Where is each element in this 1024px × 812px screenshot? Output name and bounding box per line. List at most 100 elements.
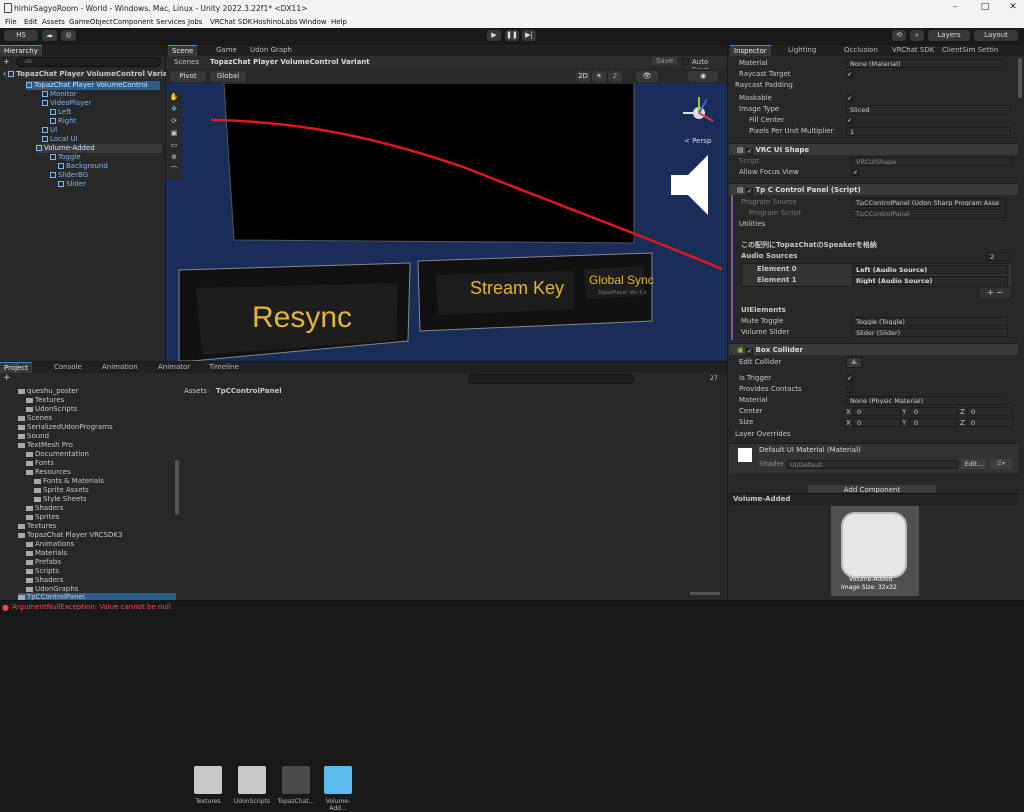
add-icon[interactable]: + bbox=[3, 58, 11, 66]
tree-item[interactable]: Sprites bbox=[26, 513, 59, 522]
size-x-field[interactable]: 0 bbox=[853, 418, 901, 427]
raycast-padding-label[interactable]: Raycast Padding bbox=[735, 80, 793, 91]
hierarchy-item[interactable]: Local UI bbox=[42, 135, 78, 144]
autosave-checkbox[interactable] bbox=[682, 58, 689, 65]
tab-hierarchy[interactable]: Hierarchy bbox=[0, 45, 42, 56]
audio-icon[interactable]: ♪ bbox=[608, 71, 622, 82]
tree-item[interactable]: Textures bbox=[18, 522, 56, 531]
edit-collider-button[interactable]: ⟁ bbox=[846, 357, 862, 368]
size-z-field[interactable]: 0 bbox=[967, 418, 1013, 427]
hierarchy-item[interactable]: Slider bbox=[58, 180, 86, 189]
shader-edit-button[interactable]: Edit... bbox=[961, 459, 987, 469]
collab-icon[interactable]: ◎ bbox=[61, 30, 76, 41]
twod-toggle[interactable]: 2D bbox=[576, 71, 590, 82]
tab-timeline[interactable]: Timeline bbox=[205, 362, 243, 373]
list-add-remove-buttons[interactable]: + − bbox=[980, 288, 1010, 298]
pause-button[interactable]: ❚❚ bbox=[505, 30, 519, 41]
layer-overrides-foldout[interactable]: Layer Overrides bbox=[735, 429, 791, 440]
minimize-icon[interactable]: – bbox=[948, 2, 962, 14]
raycast-target-checkbox[interactable]: ✓ bbox=[846, 71, 853, 78]
hierarchy-item[interactable]: Right bbox=[50, 117, 76, 126]
tree-item[interactable]: UdonScripts bbox=[26, 405, 77, 414]
hierarchy-search-input[interactable] bbox=[16, 57, 161, 67]
close-icon[interactable]: ✕ bbox=[1006, 2, 1020, 14]
tab-animation[interactable]: Animation bbox=[98, 362, 142, 373]
move-tool-icon[interactable]: ✥ bbox=[166, 105, 182, 117]
center-x-field[interactable]: 0 bbox=[853, 407, 901, 416]
tree-item[interactable]: Fonts bbox=[26, 459, 54, 468]
maximize-icon[interactable]: □ bbox=[978, 2, 992, 14]
menu-assets[interactable]: Assets bbox=[42, 18, 65, 26]
orientation-gizmo[interactable] bbox=[679, 93, 719, 133]
history-icon[interactable]: ⟲ bbox=[892, 30, 906, 41]
tree-item[interactable]: Resources bbox=[26, 468, 71, 477]
tree-item[interactable]: SerializedUdonPrograms bbox=[18, 423, 113, 432]
pivot-dropdown[interactable]: Pivot bbox=[170, 71, 206, 82]
hierarchy-root[interactable]: ‹ TopazChat Player VolumeControl Varia bbox=[3, 70, 168, 79]
project-breadcrumb-assets[interactable]: Assets bbox=[184, 387, 207, 395]
rect-tool-icon[interactable]: ▭ bbox=[166, 141, 182, 153]
tree-item[interactable]: Shaders bbox=[26, 576, 63, 585]
tree-item[interactable]: Style Sheets bbox=[34, 495, 87, 504]
zoom-slider[interactable] bbox=[690, 592, 720, 595]
breadcrumb-scenes[interactable]: Scenes bbox=[174, 58, 199, 66]
menu-file[interactable]: File bbox=[5, 18, 17, 26]
asset-udonscripts[interactable]: UdonScripts bbox=[232, 766, 272, 805]
asset-volume-added[interactable]: Volume-Add... bbox=[318, 766, 358, 812]
material-menu-icon[interactable]: ☰▾ bbox=[990, 459, 1012, 469]
allow-focus-checkbox[interactable]: ✓ bbox=[852, 169, 859, 176]
menu-gameobject[interactable]: GameObject bbox=[69, 18, 113, 26]
shader-dropdown[interactable]: UI/Default bbox=[786, 460, 958, 469]
fill-center-checkbox[interactable]: ✓ bbox=[846, 117, 853, 124]
volume-slider-field[interactable]: Slider (Slider) bbox=[852, 328, 1008, 337]
tab-occlusion[interactable]: Occlusion bbox=[840, 45, 882, 56]
tree-item[interactable]: Documentation bbox=[26, 450, 89, 459]
gizmos-dropdown[interactable]: ◉ bbox=[688, 71, 718, 82]
error-message[interactable]: ArgumentNullException: Value cannot be n… bbox=[12, 603, 173, 611]
tab-lighting[interactable]: Lighting bbox=[784, 45, 820, 56]
menu-hoshinolabs[interactable]: HoshinoLabs bbox=[253, 18, 298, 26]
menu-help[interactable]: Help bbox=[331, 18, 347, 26]
step-button[interactable]: ▶| bbox=[522, 30, 536, 41]
account-button[interactable]: HS bbox=[4, 30, 38, 41]
program-source-field[interactable]: TpCControlPanel (Udon Sharp Program Asse bbox=[852, 198, 1006, 207]
hierarchy-item[interactable]: Left bbox=[50, 108, 71, 117]
hierarchy-item[interactable]: UI bbox=[42, 126, 57, 135]
transform-tool-icon[interactable]: ⊕ bbox=[166, 153, 182, 165]
tree-item[interactable]: Fonts & Materials bbox=[34, 477, 104, 486]
tree-item[interactable]: TopazChat Player VRCSDK3 bbox=[18, 531, 122, 540]
asset-topazchat[interactable]: TopazChat... bbox=[276, 766, 316, 805]
hierarchy-item-selected[interactable]: Volume-Added bbox=[36, 144, 162, 153]
tree-item[interactable]: Textures bbox=[26, 396, 64, 405]
tab-animator[interactable]: Animator bbox=[154, 362, 194, 373]
physic-material-field[interactable]: None (Physic Material) bbox=[846, 396, 1006, 405]
global-dropdown[interactable]: Global bbox=[210, 71, 246, 82]
breadcrumb-prefab[interactable]: TopazChat Player VolumeControl Variant bbox=[210, 58, 370, 66]
tab-clientsim[interactable]: ClientSim Settin bbox=[938, 45, 1002, 56]
play-button[interactable]: ▶ bbox=[487, 30, 501, 41]
menu-component[interactable]: Component bbox=[113, 18, 154, 26]
mute-toggle-field[interactable]: Toggle (Toggle) bbox=[852, 317, 1008, 326]
hand-tool-icon[interactable]: ✋ bbox=[166, 93, 182, 105]
menu-edit[interactable]: Edit bbox=[24, 18, 38, 26]
tpc-control-panel-header[interactable]: ▤ ✓ Tp C Control Panel (Script) bbox=[729, 183, 1018, 195]
scene-viewport[interactable]: Resync Stream Key Global Sync TopazPlaye… bbox=[166, 83, 727, 361]
center-y-field[interactable]: 0 bbox=[910, 407, 958, 416]
custom-tool-icon[interactable]: ⌒ bbox=[166, 165, 182, 177]
audio-sources-foldout[interactable]: Audio Sources bbox=[741, 251, 797, 262]
tree-item[interactable]: Scripts bbox=[26, 567, 59, 576]
tree-item[interactable]: Shaders bbox=[26, 504, 63, 513]
image-type-dropdown[interactable]: Sliced bbox=[846, 105, 1011, 114]
tab-game[interactable]: Game bbox=[212, 45, 241, 56]
save-button[interactable]: Save bbox=[652, 57, 678, 65]
provides-contacts-checkbox[interactable] bbox=[846, 386, 853, 393]
tab-vrchat-sdk[interactable]: VRChat SDK bbox=[888, 45, 938, 56]
hierarchy-item[interactable]: Monitor bbox=[42, 90, 77, 99]
search-icon[interactable]: ⌕ bbox=[910, 30, 924, 41]
resync-button[interactable]: Resync bbox=[252, 301, 352, 335]
enable-checkbox[interactable]: ✓ bbox=[746, 348, 754, 355]
tab-udon-graph[interactable]: Udon Graph bbox=[246, 45, 296, 56]
tree-item[interactable]: Animations bbox=[26, 540, 74, 549]
hierarchy-item[interactable]: VideoPlayer bbox=[42, 99, 91, 108]
tree-item[interactable]: Prefabs bbox=[26, 558, 61, 567]
